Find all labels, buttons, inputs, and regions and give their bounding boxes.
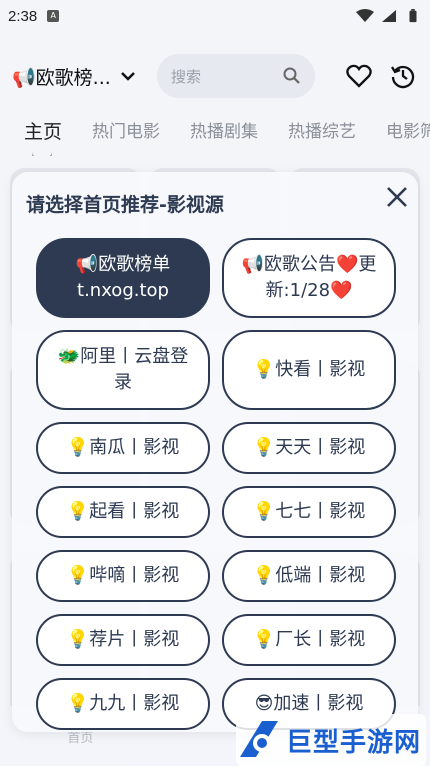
source-option[interactable]: 📢欧歌公告❤️更新:1/28❤️ bbox=[222, 238, 396, 318]
status-icons bbox=[356, 9, 422, 23]
close-button[interactable] bbox=[382, 182, 412, 212]
history-button[interactable] bbox=[388, 61, 418, 91]
tab-hot-movies[interactable]: 热门电影 bbox=[92, 112, 160, 156]
top-actions bbox=[344, 61, 418, 91]
history-icon bbox=[391, 65, 415, 89]
site-watermark: 巨型手游网 bbox=[236, 714, 426, 766]
signal-icon bbox=[382, 10, 396, 22]
source-option[interactable]: 💡南瓜丨影视 bbox=[36, 422, 210, 474]
wifi-icon bbox=[356, 9, 374, 22]
category-tabs: 主页 热门电影 热播剧集 热播综艺 电影筛 bbox=[0, 112, 430, 156]
source-option[interactable]: 💡起看丨影视 bbox=[36, 486, 210, 538]
close-icon bbox=[387, 187, 407, 207]
source-option[interactable]: 💡天天丨影视 bbox=[222, 422, 396, 474]
search-input[interactable]: 搜索 bbox=[157, 54, 315, 98]
source-selector-label: 📢欧歌榜... bbox=[12, 66, 111, 89]
source-selector[interactable]: 📢欧歌榜... bbox=[12, 63, 147, 90]
heart-icon bbox=[346, 64, 372, 88]
tab-hot-variety[interactable]: 热播综艺 bbox=[288, 112, 356, 156]
dialog-title: 请选择首页推荐-影视源 bbox=[26, 194, 224, 216]
battery-icon bbox=[409, 9, 417, 23]
watermark-logo-icon bbox=[240, 721, 278, 757]
source-option[interactable]: 💡低端丨影视 bbox=[222, 550, 396, 602]
source-option[interactable]: 💡厂长丨影视 bbox=[222, 614, 396, 666]
source-picker-dialog: 请选择首页推荐-影视源 📢欧歌榜单 t.nxog.top 📢欧歌公告❤️更新:1… bbox=[12, 172, 418, 732]
source-list: 📢欧歌榜单 t.nxog.top 📢欧歌公告❤️更新:1/28❤️ 🐲阿里丨云盘… bbox=[36, 238, 396, 742]
source-option[interactable]: 💡哔嘀丨影视 bbox=[36, 550, 210, 602]
search-icon bbox=[283, 67, 300, 84]
tab-home[interactable]: 主页 bbox=[24, 112, 62, 156]
source-option[interactable]: 🐲阿里丨云盘登录 bbox=[36, 330, 210, 410]
source-option[interactable]: 📢欧歌榜单 t.nxog.top bbox=[36, 238, 210, 318]
favorite-button[interactable] bbox=[344, 61, 374, 91]
tab-movie-filter[interactable]: 电影筛 bbox=[386, 112, 430, 156]
source-option[interactable]: 💡九九丨影视 bbox=[36, 678, 210, 730]
status-time: 2:38 bbox=[8, 7, 38, 25]
source-option[interactable]: 💡快看丨影视 bbox=[222, 330, 396, 410]
tab-hot-series[interactable]: 热播剧集 bbox=[190, 112, 258, 156]
chevron-down-icon bbox=[120, 72, 135, 81]
search-placeholder: 搜索 bbox=[171, 67, 202, 86]
status-bar: 2:38 A bbox=[0, 0, 430, 32]
source-option[interactable]: 💡荐片丨影视 bbox=[36, 614, 210, 666]
sim-icon: A bbox=[47, 10, 60, 22]
source-option[interactable]: 💡七七丨影视 bbox=[222, 486, 396, 538]
watermark-text: 巨型手游网 bbox=[286, 727, 422, 758]
top-bar: 📢欧歌榜... 搜索 bbox=[0, 52, 430, 100]
